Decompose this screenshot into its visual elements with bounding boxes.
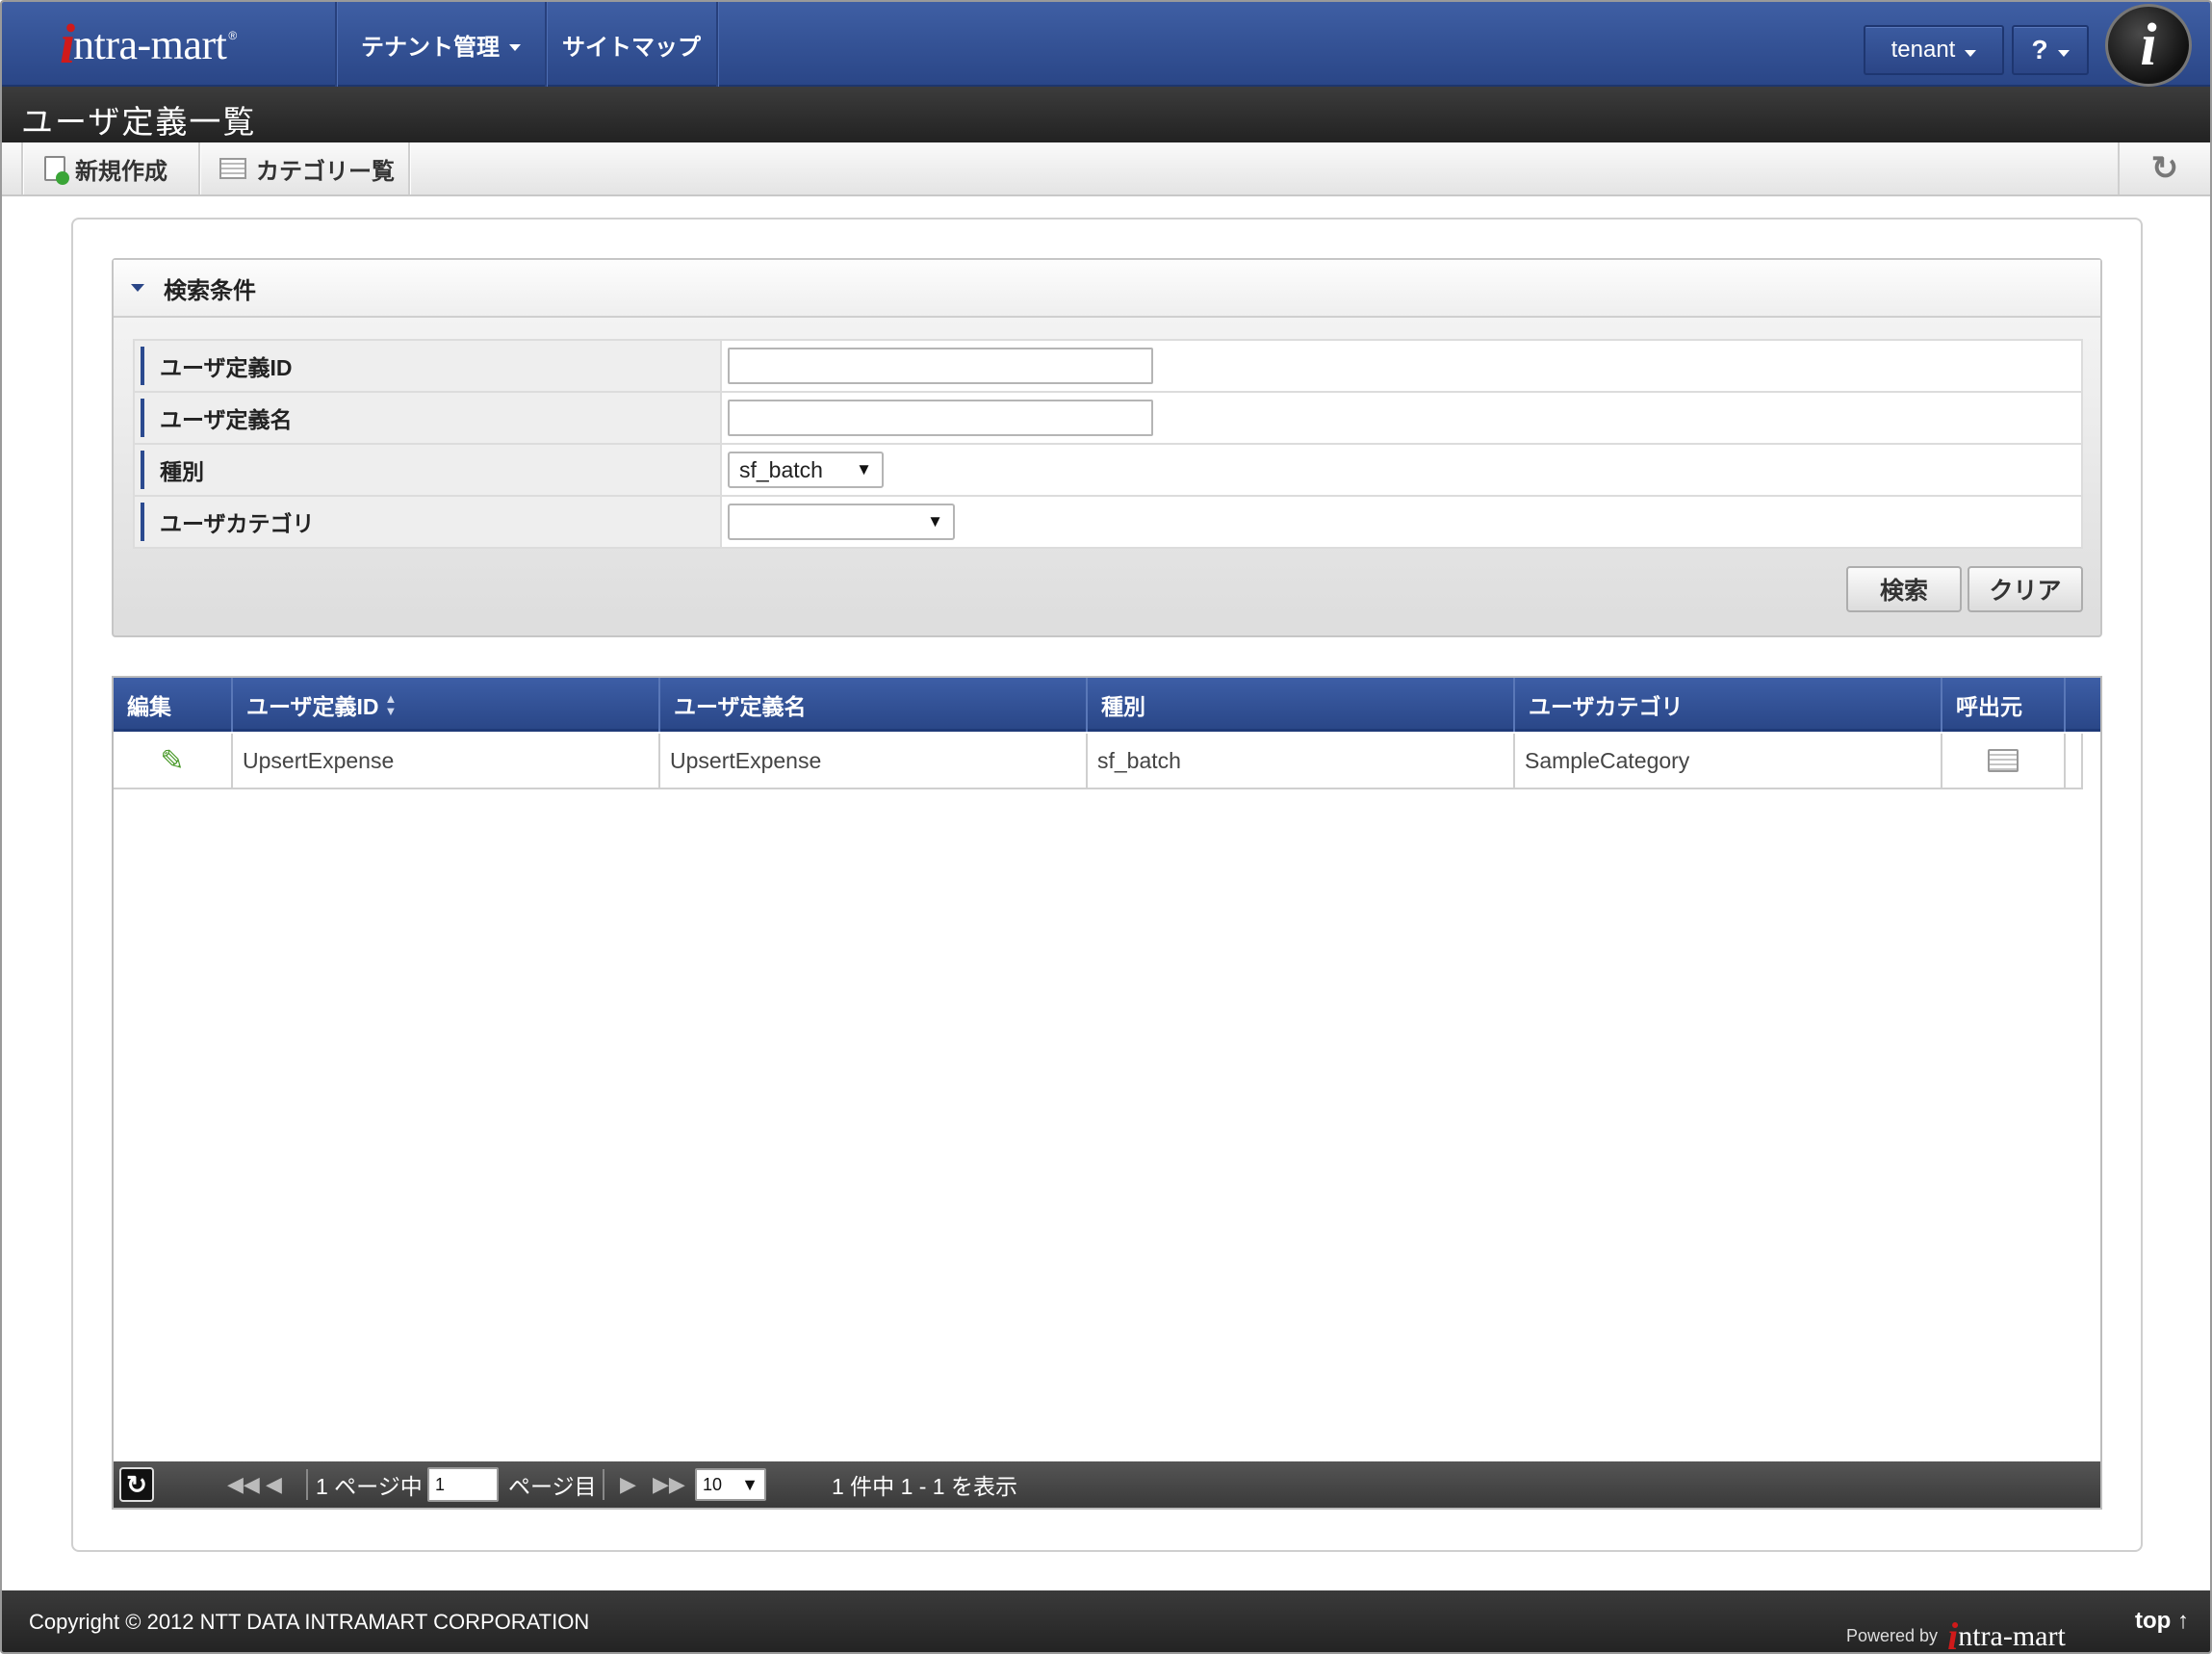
page-count-label: 1 ページ中 — [316, 1474, 423, 1499]
nav-sitemap-label: サイトマップ — [562, 34, 701, 61]
chevron-down-icon — [2057, 49, 2070, 57]
type-select[interactable]: sf_batch ▼ — [728, 452, 884, 488]
pencil-edit-icon[interactable]: ✎ — [160, 744, 184, 778]
powered-by-label: Powered by — [1846, 1626, 1939, 1645]
app-window: i ntra-mart ® テナント管理 サイトマップ tenant ? i ユーザ… — [0, 0, 2212, 1654]
user-avatar[interactable]: i — [2105, 4, 2192, 87]
pager: ↻ ◀◀ ◀ 1 ページ中 ページ目 ▶ ▶▶ 10 ▼ 1 件中 — [114, 1461, 2100, 1508]
search-button[interactable]: 検索 — [1846, 566, 1962, 612]
category-list-button[interactable]: カテゴリー覧 — [219, 142, 395, 194]
chevron-down-icon — [509, 43, 521, 51]
column-header-user-definition-id[interactable]: ユーザ定義ID ▲ ▼ — [233, 678, 660, 732]
per-page-wrap: 10 ▼ — [695, 1461, 766, 1508]
form-row: ユーザカテゴリ ▼ — [133, 495, 2083, 549]
type-select-value: sf_batch — [739, 456, 823, 482]
column-header-user-definition-name[interactable]: ユーザ定義名 — [660, 678, 1088, 732]
field-label: ユーザ定義ID — [133, 339, 722, 393]
column-header-user-category[interactable]: ユーザカテゴリ — [1515, 678, 1942, 732]
grid-header: 編集 ユーザ定義ID ▲ ▼ ユーザ定義名 種別 ユーザカテゴリ 呼出元 — [114, 678, 2100, 732]
pager-divider — [306, 1461, 308, 1508]
table-row: ✎ UpsertExpense UpsertExpense sf_batch S… — [114, 734, 2083, 789]
field-label: 種別 — [133, 443, 722, 497]
new-button-label: 新規作成 — [75, 158, 167, 185]
footer: Copyright © 2012 NTT DATA INTRAMART CORP… — [2, 1590, 2210, 1654]
collapse-triangle-icon — [131, 284, 144, 292]
page-title: ユーザ定義一覧 — [21, 104, 257, 140]
user-category-select[interactable]: ▼ — [728, 504, 955, 540]
toolbar: 新規作成 カテゴリー覧 ↻ — [2, 142, 2210, 196]
intra-mart-logo[interactable]: i ntra-mart ® — [60, 15, 281, 73]
field-value — [720, 391, 2083, 445]
user-definition-name-cell: UpsertExpense — [660, 734, 1088, 788]
field-value: ▼ — [720, 495, 2083, 549]
refresh-icon: ↻ — [126, 1469, 147, 1499]
rows-per-page-select[interactable]: 10 ▼ — [695, 1468, 766, 1501]
field-value: sf_batch ▼ — [720, 443, 2083, 497]
powered-by-logo: Powered by i ntra-mart — [1846, 1615, 2066, 1654]
nav-sitemap[interactable]: サイトマップ — [547, 2, 716, 87]
nav-tenant-management-label: テナント管理 — [361, 34, 500, 61]
copyright-text: Copyright © 2012 NTT DATA INTRAMART CORP… — [29, 1610, 590, 1634]
search-conditions-toggle[interactable]: 検索条件 — [114, 260, 2100, 318]
form-row: 種別 sf_batch ▼ — [133, 443, 2083, 497]
dropdown-arrow-icon: ▼ — [927, 512, 943, 530]
help-dropdown[interactable]: ? — [2012, 25, 2089, 75]
field-value — [720, 339, 2083, 393]
page-number-input[interactable] — [427, 1467, 499, 1502]
new-button[interactable]: 新規作成 — [44, 142, 167, 194]
page-title-bar: ユーザ定義一覧 — [2, 87, 2210, 142]
pager-divider — [603, 1461, 604, 1508]
search-conditions-title: 検索条件 — [164, 277, 256, 304]
clear-button[interactable]: クリア — [1968, 566, 2083, 612]
caller-list-icon[interactable] — [1988, 749, 2019, 772]
tenant-label: tenant — [1890, 37, 1956, 63]
category-list-label: カテゴリー覧 — [256, 158, 395, 185]
column-header-edit: 編集 — [114, 678, 233, 732]
form-row: ユーザ定義ID — [133, 339, 2083, 393]
page-input-wrap — [427, 1461, 499, 1508]
edit-cell: ✎ — [114, 734, 233, 788]
user-definition-id-input[interactable] — [728, 348, 1153, 384]
next-page-button[interactable]: ▶ — [620, 1461, 636, 1508]
result-grid: 編集 ユーザ定義ID ▲ ▼ ユーザ定義名 種別 ユーザカテゴリ 呼出元 ✎ Up… — [112, 676, 2102, 1510]
field-label: ユーザカテゴリ — [133, 495, 722, 549]
record-summary: 1 件中 1 - 1 を表示 — [832, 1474, 1017, 1499]
list-icon — [219, 158, 246, 179]
field-label: ユーザ定義名 — [133, 391, 722, 445]
pager-refresh-button[interactable]: ↻ — [119, 1467, 154, 1502]
page-suffix-label: ページ目 — [508, 1474, 597, 1499]
search-conditions: 検索条件 ユーザ定義ID ユーザ定義名 種別 sf_batch ▼ ユーザカテゴ… — [112, 258, 2102, 637]
last-page-button[interactable]: ▶▶ — [653, 1461, 685, 1508]
rows-per-page-value: 10 — [703, 1474, 723, 1494]
column-header-type[interactable]: 種別 — [1088, 678, 1515, 732]
refresh-icon: ↻ — [2150, 150, 2179, 187]
back-to-top-link[interactable]: top ↑ — [2135, 1608, 2189, 1635]
tenant-dropdown[interactable]: tenant — [1864, 25, 2004, 75]
nav-divider — [716, 2, 718, 87]
dropdown-arrow-icon: ▼ — [741, 1474, 759, 1494]
new-document-icon — [44, 156, 69, 185]
column-header-caller: 呼出元 — [1942, 678, 2066, 732]
toolbar-divider — [408, 142, 410, 194]
user-category-cell: SampleCategory — [1515, 734, 1942, 788]
refresh-button[interactable]: ↻ — [2118, 142, 2210, 194]
global-header: i ntra-mart ® テナント管理 サイトマップ tenant ? i — [2, 2, 2210, 87]
user-definition-name-input[interactable] — [728, 400, 1153, 436]
chevron-down-icon — [1965, 49, 1977, 57]
caller-cell — [1942, 734, 2066, 788]
nav-tenant-management[interactable]: テナント管理 — [337, 2, 545, 87]
form-row: ユーザ定義名 — [133, 391, 2083, 445]
dropdown-arrow-icon: ▼ — [856, 460, 872, 478]
main-panel: 検索条件 ユーザ定義ID ユーザ定義名 種別 sf_batch ▼ ユーザカテゴ… — [71, 218, 2143, 1552]
toolbar-divider — [21, 142, 23, 194]
sort-icon[interactable]: ▲ ▼ — [385, 692, 398, 717]
user-definition-id-cell: UpsertExpense — [233, 734, 660, 788]
avatar-glyph: i — [2140, 12, 2157, 78]
toolbar-divider — [198, 142, 200, 194]
search-form: ユーザ定義ID ユーザ定義名 種別 sf_batch ▼ ユーザカテゴリ ▼ — [133, 339, 2083, 549]
type-cell: sf_batch — [1088, 734, 1515, 788]
first-page-button[interactable]: ◀◀ — [227, 1461, 260, 1508]
previous-page-button[interactable]: ◀ — [266, 1461, 282, 1508]
help-icon: ? — [2031, 35, 2048, 65]
